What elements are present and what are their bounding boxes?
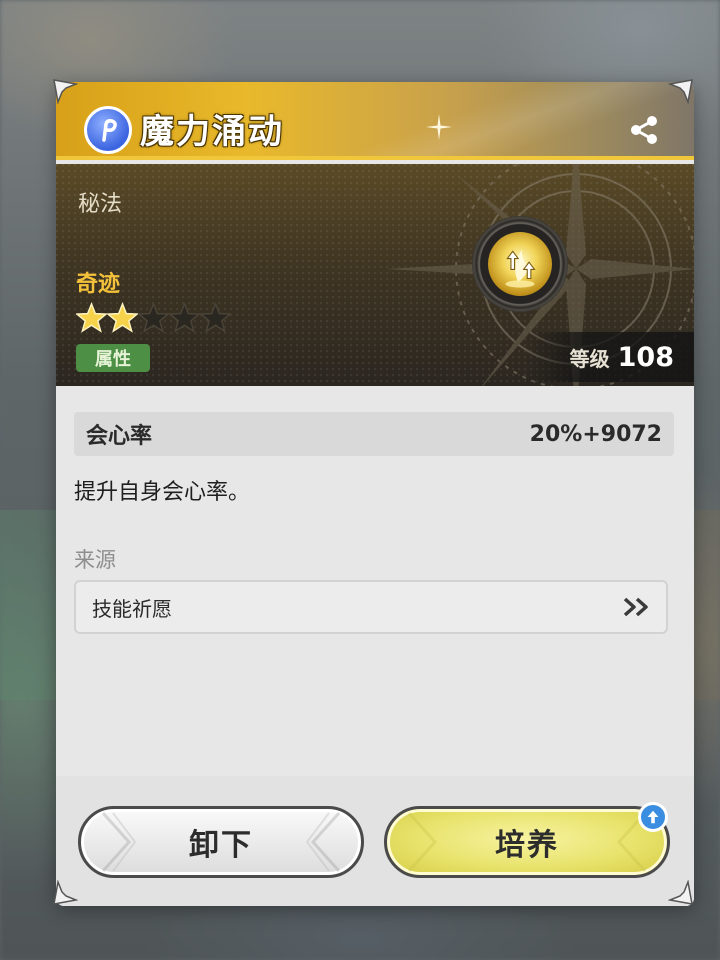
star-empty-icon (138, 302, 169, 333)
button-ornament-left (407, 811, 438, 873)
corner-ornament-top-left (52, 78, 78, 104)
corner-ornament-bottom-left (52, 880, 78, 906)
upgrade-label: 培养 (495, 828, 559, 863)
star-empty-icon (200, 302, 231, 333)
share-button[interactable] (626, 112, 662, 148)
stat-name: 会心率 (86, 424, 153, 449)
sparkle-icon (426, 114, 452, 140)
star-rating (76, 302, 231, 333)
stat-value: 20%+9072 (529, 421, 662, 447)
source-link-button[interactable]: 技能祈愿 (74, 580, 668, 634)
skill-info-area: 秘法 奇迹 属性 等级 108 (56, 164, 694, 386)
double-chevron-right-icon (623, 597, 648, 617)
rune-badge-icon (84, 106, 132, 154)
corner-ornament-top-right (668, 78, 694, 104)
arrow-up-icon (638, 802, 668, 832)
level-label: 等级 (569, 346, 610, 371)
source-item: 技能祈愿 (92, 596, 172, 621)
level-value: 108 (617, 341, 674, 373)
skill-header: 魔力涌动 (56, 82, 694, 160)
button-ornament-right (305, 811, 341, 873)
share-icon (631, 116, 657, 144)
star-filled-icon (76, 302, 107, 333)
unequip-label: 卸下 (189, 828, 253, 863)
star-filled-icon (107, 302, 138, 333)
star-empty-icon (169, 302, 200, 333)
source-label: 来源 (74, 548, 116, 572)
corner-ornament-bottom-right (668, 880, 694, 906)
skill-description: 提升自身会心率。 (74, 480, 251, 505)
unequip-button[interactable]: 卸下 (78, 806, 364, 878)
skill-title: 魔力涌动 (140, 112, 284, 152)
skill-detail-panel: 魔力涌动 秘法 奇迹 属性 等级 108 会心率 20%+9072 提升自身会心… (56, 82, 694, 906)
level-display: 等级 108 (526, 332, 694, 382)
power-surge-icon (472, 216, 568, 312)
stat-row: 会心率 20%+9072 (74, 412, 674, 456)
skill-rarity: 奇迹 (76, 272, 121, 297)
attribute-tag: 属性 (76, 344, 150, 372)
button-ornament-left (101, 811, 137, 873)
skill-type: 秘法 (78, 192, 123, 217)
upgrade-button[interactable]: 培养 (384, 806, 670, 878)
